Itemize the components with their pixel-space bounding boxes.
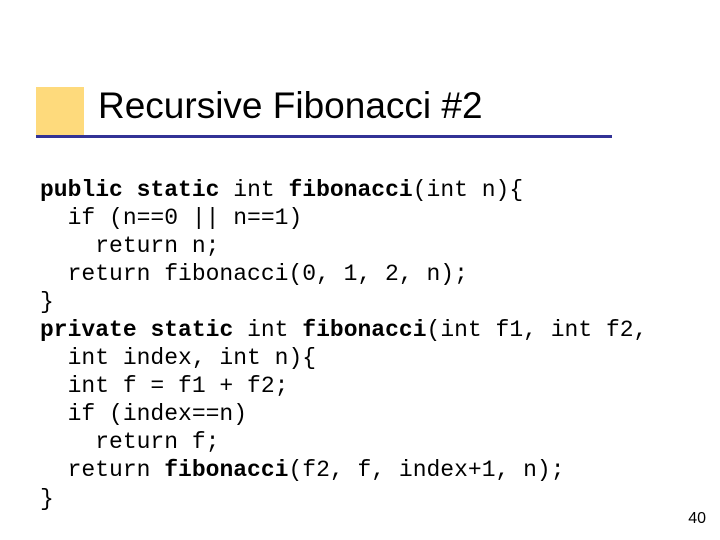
- fn-name: fibonacci: [288, 177, 412, 203]
- title-underline: [36, 135, 612, 138]
- code-line: }: [40, 289, 54, 315]
- code-line: if (index==n): [40, 401, 247, 427]
- kw-private: private: [40, 317, 137, 343]
- code-line: return fibonacci(0, 1, 2, n);: [40, 261, 468, 287]
- code-text: return: [40, 457, 164, 483]
- code-text: [137, 317, 151, 343]
- code-text: (f2, f, index+1, n);: [288, 457, 564, 483]
- page-number: 40: [688, 510, 706, 528]
- kw-static: static: [137, 177, 220, 203]
- kw-public: public: [40, 177, 123, 203]
- code-line: if (n==0 || n==1): [40, 205, 302, 231]
- kw-static: static: [150, 317, 233, 343]
- code-line: }: [40, 486, 54, 512]
- code-line: return f;: [40, 429, 219, 455]
- fn-name: fibonacci: [302, 317, 426, 343]
- code-block: public static int fibonacci(int n){ if (…: [40, 176, 680, 513]
- title-accent-box: [36, 87, 84, 135]
- code-text: int: [233, 317, 302, 343]
- code-text: (int f1, int f2,: [427, 317, 648, 343]
- code-text: int: [219, 177, 288, 203]
- code-line: return n;: [40, 233, 219, 259]
- slide-title: Recursive Fibonacci #2: [98, 85, 483, 127]
- code-line: int index, int n){: [40, 345, 316, 371]
- code-text: [123, 177, 137, 203]
- code-text: (int n){: [413, 177, 523, 203]
- slide: Recursive Fibonacci #2 public static int…: [0, 0, 720, 540]
- fn-name: fibonacci: [164, 457, 288, 483]
- code-line: int f = f1 + f2;: [40, 373, 288, 399]
